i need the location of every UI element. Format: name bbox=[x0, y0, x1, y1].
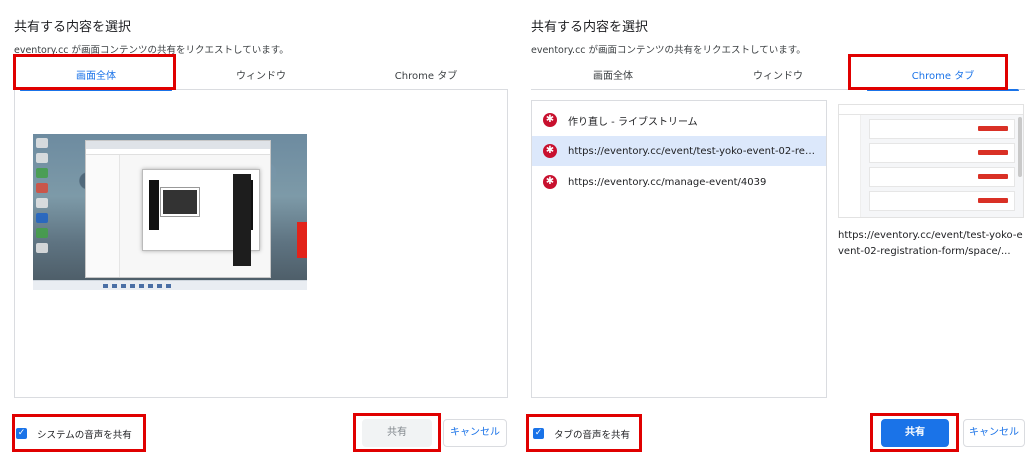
tab-window[interactable]: ウィンドウ bbox=[696, 66, 860, 90]
tab-chrome-tab[interactable]: Chrome タブ bbox=[344, 66, 508, 90]
desktop-app-icon bbox=[36, 228, 48, 238]
preview-scrollbar bbox=[1018, 117, 1022, 177]
browser-tabbar bbox=[86, 141, 270, 149]
tab-list-item[interactable]: https://eventory.cc/manage-event/4039 bbox=[532, 167, 826, 197]
checkbox-checked-icon[interactable] bbox=[16, 428, 27, 439]
eventory-favicon-icon bbox=[543, 144, 557, 158]
system-audio-label: システムの音声を共有 bbox=[37, 430, 132, 441]
tab-list-item-title: https://eventory.cc/event/test-yoko-even… bbox=[568, 145, 826, 157]
tab-list-item-title: https://eventory.cc/manage-event/4039 bbox=[568, 176, 767, 188]
tab-entire-screen[interactable]: 画面全体 bbox=[531, 66, 695, 90]
taskbar-icons bbox=[103, 284, 171, 288]
share-button[interactable]: 共有 bbox=[362, 419, 432, 447]
share-button[interactable]: 共有 bbox=[881, 419, 949, 447]
taskbar bbox=[33, 280, 307, 290]
desktop-app-icon bbox=[36, 183, 48, 193]
lenovo-logo bbox=[297, 222, 307, 258]
tab-audio-label: タブの音声を共有 bbox=[554, 430, 631, 441]
tab-list-item[interactable]: 作り直し - ライブストリーム bbox=[532, 105, 826, 135]
desktop-app-icon bbox=[36, 153, 48, 163]
preview-caption: https://eventory.cc/event/test-yoko-even… bbox=[838, 230, 1023, 257]
preview-card bbox=[869, 191, 1015, 211]
desktop-app-icon bbox=[36, 198, 48, 208]
tab-list-item-selected[interactable]: https://eventory.cc/event/test-yoko-even… bbox=[532, 136, 826, 166]
cancel-button[interactable]: キャンセル bbox=[443, 419, 507, 447]
dark-window bbox=[233, 174, 251, 266]
chrome-tab-list: 作り直し - ライブストリーム https://eventory.cc/even… bbox=[531, 100, 827, 398]
nested-thumbnail bbox=[160, 187, 200, 217]
source-tabs: 画面全体 ウィンドウ Chrome タブ bbox=[14, 66, 508, 91]
desktop-app-icon bbox=[36, 243, 48, 253]
desktop-app-icon bbox=[36, 138, 48, 148]
tab-window[interactable]: ウィンドウ bbox=[179, 66, 343, 90]
desktop-icons bbox=[36, 138, 64, 273]
tab-list-item-title: 作り直し - ライブストリーム bbox=[568, 116, 698, 128]
share-dialog-entire-screen: 共有する内容を選択 eventory.cc が画面コンテンツの共有をリクエストし… bbox=[0, 0, 510, 457]
preview-card bbox=[869, 119, 1015, 139]
checkbox-checked-icon[interactable] bbox=[533, 428, 544, 439]
dialog-title: 共有する内容を選択 bbox=[14, 20, 132, 35]
preview-card bbox=[869, 167, 1015, 187]
dialog-subtitle: eventory.cc が画面コンテンツの共有をリクエストしています。 bbox=[14, 45, 289, 56]
dialog-subtitle: eventory.cc が画面コンテンツの共有をリクエストしています。 bbox=[531, 45, 806, 56]
screen-list bbox=[14, 90, 508, 398]
nested-dark-strip bbox=[149, 180, 159, 230]
cancel-button[interactable]: キャンセル bbox=[963, 419, 1025, 447]
preview-card bbox=[869, 143, 1015, 163]
tab-preview-thumbnail bbox=[838, 104, 1024, 218]
eventory-favicon-icon bbox=[543, 113, 557, 127]
tab-entire-screen[interactable]: 画面全体 bbox=[14, 66, 178, 91]
preview-sidebar bbox=[839, 115, 861, 217]
browser-sidebar bbox=[86, 155, 120, 277]
preview-header bbox=[839, 105, 1023, 115]
eventory-favicon-icon bbox=[543, 175, 557, 189]
tab-chrome-tab[interactable]: Chrome タブ bbox=[861, 66, 1025, 91]
dialog-title: 共有する内容を選択 bbox=[531, 20, 649, 35]
desktop-app-icon bbox=[36, 213, 48, 223]
share-dialog-chrome-tab: 共有する内容を選択 eventory.cc が画面コンテンツの共有をリクエストし… bbox=[517, 0, 1027, 457]
desktop-app-icon bbox=[36, 168, 48, 178]
source-tabs: 画面全体 ウィンドウ Chrome タブ bbox=[531, 66, 1025, 91]
screen-thumbnail[interactable] bbox=[33, 134, 307, 290]
